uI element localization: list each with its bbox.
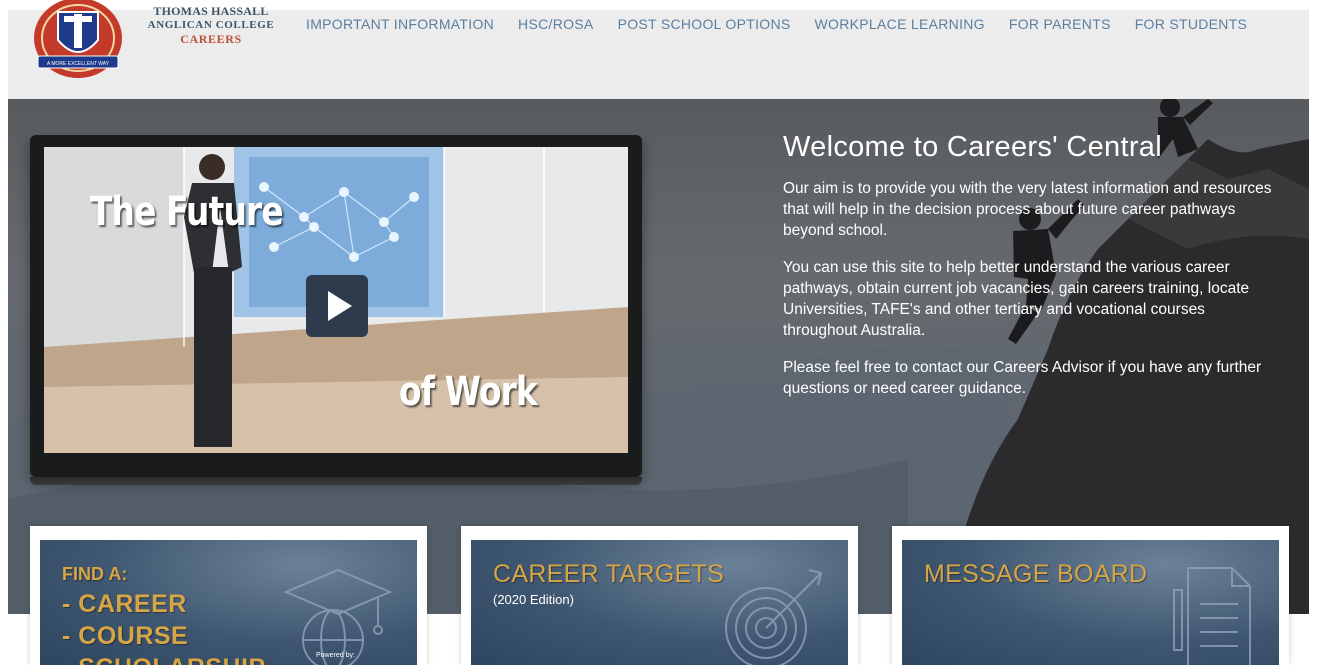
nav-for-parents[interactable]: FOR PARENTS [1009, 16, 1111, 32]
brand-line-1: THOMAS HASSALL [153, 4, 269, 18]
nav-important-information[interactable]: IMPORTANT INFORMATION [306, 16, 494, 32]
nav-workplace-learning[interactable]: WORKPLACE LEARNING [815, 16, 985, 32]
career-targets-card[interactable]: CAREER TARGETS (2020 Edition) [461, 526, 858, 665]
welcome-paragraph-3: Please feel free to contact our Careers … [783, 359, 1262, 397]
nav-post-school-options[interactable]: POST SCHOOL OPTIONS [618, 16, 791, 32]
find-item-career[interactable]: - CAREER [62, 590, 187, 619]
brand-text[interactable]: THOMAS HASSALL ANGLICAN COLLEGE CAREERS [146, 4, 276, 46]
welcome-section: Welcome to Careers' Central Our aim is t… [783, 131, 1283, 415]
career-targets-panel: CAREER TARGETS (2020 Edition) [471, 540, 848, 665]
find-card[interactable]: FIND A: - CAREER - COURSE - SCHOLARSHIP … [30, 526, 427, 665]
find-item-scholarship[interactable]: - SCHOLARSHIP [62, 654, 266, 665]
crest-motto: A MORE EXCELLENT WAY [47, 61, 110, 67]
find-item-course[interactable]: - COURSE [62, 622, 188, 651]
brand-line-3: CAREERS [180, 32, 242, 46]
nav-for-students[interactable]: FOR STUDENTS [1135, 16, 1248, 32]
brand-line-2: ANGLICAN COLLEGE [147, 19, 275, 31]
video-title-line-1: The Future [90, 189, 284, 235]
message-board-title: MESSAGE BOARD [924, 560, 1148, 588]
video-title-line-2: of Work [399, 369, 538, 415]
play-button[interactable] [306, 275, 368, 337]
career-targets-title: CAREER TARGETS [493, 560, 725, 588]
welcome-paragraph-2: You can use this site to help better und… [783, 259, 1250, 339]
find-heading: FIND A: [62, 564, 128, 584]
play-icon [328, 291, 352, 321]
target-arrow-icon [725, 569, 823, 665]
main-nav: IMPORTANT INFORMATION HSC/ROSA POST SCHO… [306, 16, 1247, 32]
video-thumbnail[interactable]: The Future of Work [44, 147, 628, 453]
career-targets-subtitle: (2020 Edition) [493, 592, 574, 607]
find-card-panel: FIND A: - CAREER - COURSE - SCHOLARSHIP … [40, 540, 417, 665]
message-board-panel: MESSAGE BOARD [902, 540, 1279, 665]
graduation-globe-icon [283, 568, 393, 665]
site-header: A MORE EXCELLENT WAY THOMAS HASSALL ANGL… [8, 0, 1309, 99]
video-frame-base [30, 477, 642, 485]
document-icon [1173, 567, 1251, 665]
college-crest-logo[interactable]: A MORE EXCELLENT WAY [30, 0, 126, 82]
welcome-heading: Welcome to Careers' Central [783, 131, 1162, 163]
nav-hsc-rosa[interactable]: HSC/ROSA [518, 16, 594, 32]
message-board-card[interactable]: MESSAGE BOARD [892, 526, 1289, 665]
powered-by-label: Powered by: [316, 652, 355, 659]
welcome-paragraph-1: Our aim is to provide you with the very … [783, 180, 1272, 239]
video-player: The Future of Work [30, 135, 642, 485]
